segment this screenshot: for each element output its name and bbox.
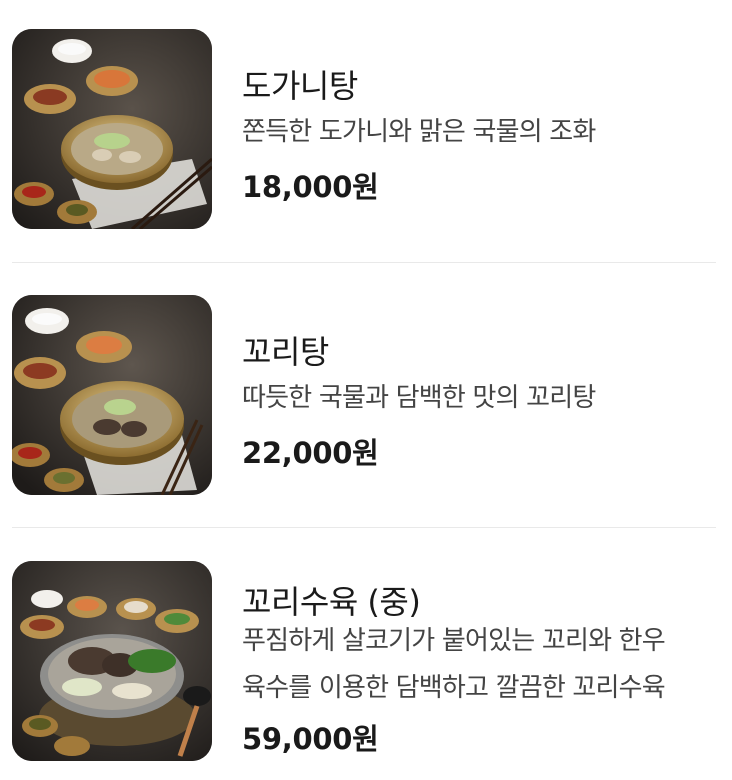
menu-item-image[interactable]: [12, 561, 212, 761]
divider: [12, 527, 716, 528]
menu-list: 도가니탕 쫀득한 도가니와 맑은 국물의 조화 18,000원 꼬리탕 따듯한 …: [0, 0, 732, 780]
menu-item-dogani-tang[interactable]: 도가니탕 쫀득한 도가니와 맑은 국물의 조화 18,000원: [12, 29, 716, 229]
menu-item-price: 18,000원: [242, 170, 379, 204]
menu-item-description: 쫀득한 도가니와 맑은 국물의 조화: [242, 117, 596, 147]
menu-item-name: 도가니탕: [242, 67, 358, 105]
menu-item-kkori-tang[interactable]: 꼬리탕 따듯한 국물과 담백한 맛의 꼬리탕 22,000원: [12, 295, 716, 495]
menu-item-name: 꼬리수육 (중): [242, 583, 421, 621]
menu-item-image[interactable]: [12, 295, 212, 495]
menu-item-price: 22,000원: [242, 436, 379, 470]
kkori-suyuk-photo: [12, 561, 212, 761]
menu-item-name: 꼬리탕: [242, 333, 329, 371]
menu-item-description-line-1: 푸짐하게 살코기가 붙어있는 꼬리와 한우: [242, 626, 666, 656]
menu-item-description-line-2: 육수를 이용한 담백하고 깔끔한 꼬리수육: [242, 673, 666, 703]
kkori-tang-photo: [12, 295, 212, 495]
menu-item-kkori-suyuk[interactable]: 꼬리수육 (중) 푸짐하게 살코기가 붙어있는 꼬리와 한우 육수를 이용한 담…: [12, 561, 716, 761]
divider: [12, 262, 716, 263]
menu-item-image[interactable]: [12, 29, 212, 229]
menu-item-description: 따듯한 국물과 담백한 맛의 꼬리탕: [242, 383, 596, 413]
menu-item-price: 59,000원: [242, 722, 379, 756]
dogani-tang-photo: [12, 29, 212, 229]
